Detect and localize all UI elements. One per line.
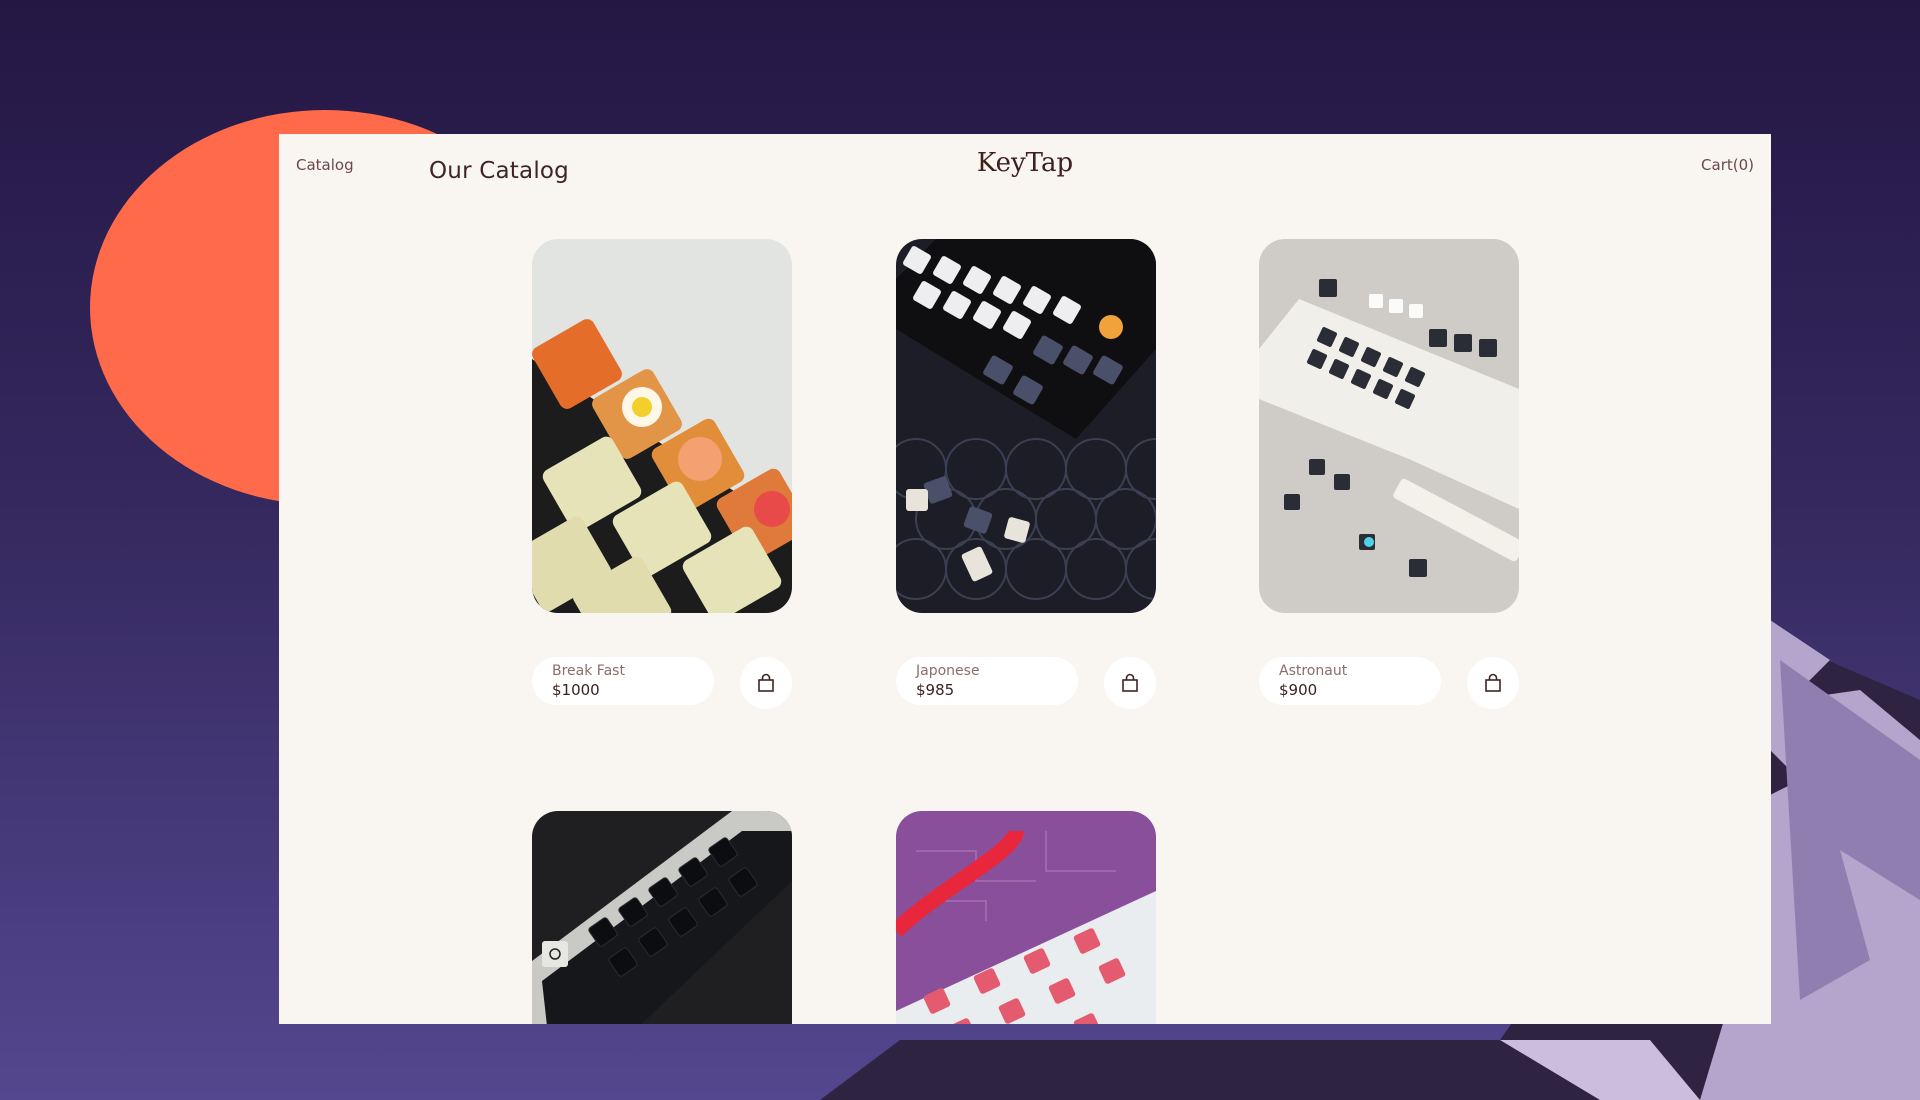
product-info: Japonese $985 (896, 657, 1078, 705)
product-price: $1000 (552, 681, 600, 699)
product-image-breakfast[interactable] (532, 239, 792, 613)
japanese-keycaps-image (896, 239, 1156, 613)
catalog-window: Catalog Our Catalog KeyTap Cart(0) Break… (279, 134, 1771, 1024)
product-card: Break Fast $1000 (532, 239, 792, 709)
product-card: Japonese $985 (896, 239, 1156, 709)
add-to-cart-button[interactable] (1467, 657, 1519, 709)
product-image-astronaut[interactable] (1259, 239, 1519, 613)
add-to-cart-button[interactable] (1104, 657, 1156, 709)
shopping-bag-icon (758, 673, 774, 692)
product-price: $985 (916, 681, 955, 699)
product-image-pink[interactable] (896, 811, 1156, 1024)
pink-keycaps-image (896, 811, 1156, 1024)
product-name: Astronaut (1279, 663, 1348, 679)
product-card (532, 811, 792, 1024)
add-to-cart-button[interactable] (740, 657, 792, 709)
product-image-black[interactable] (532, 811, 792, 1024)
product-image-japanese[interactable] (896, 239, 1156, 613)
shopping-bag-icon (1122, 673, 1138, 692)
product-card (896, 811, 1156, 1024)
product-card: Astronaut $900 (1259, 239, 1519, 709)
product-price: $900 (1279, 681, 1318, 699)
shopping-bag-icon (1485, 673, 1501, 692)
product-info: Break Fast $1000 (532, 657, 714, 705)
product-info: Astronaut $900 (1259, 657, 1441, 705)
product-name: Japonese (916, 663, 980, 679)
breakfast-keycaps-image (532, 239, 792, 613)
black-keycaps-image (532, 811, 792, 1024)
astronaut-keycaps-image (1259, 239, 1519, 613)
nav-cart-link[interactable]: Cart(0) (1701, 156, 1754, 174)
product-name: Break Fast (552, 663, 625, 679)
brand-logo[interactable]: KeyTap (279, 148, 1771, 178)
